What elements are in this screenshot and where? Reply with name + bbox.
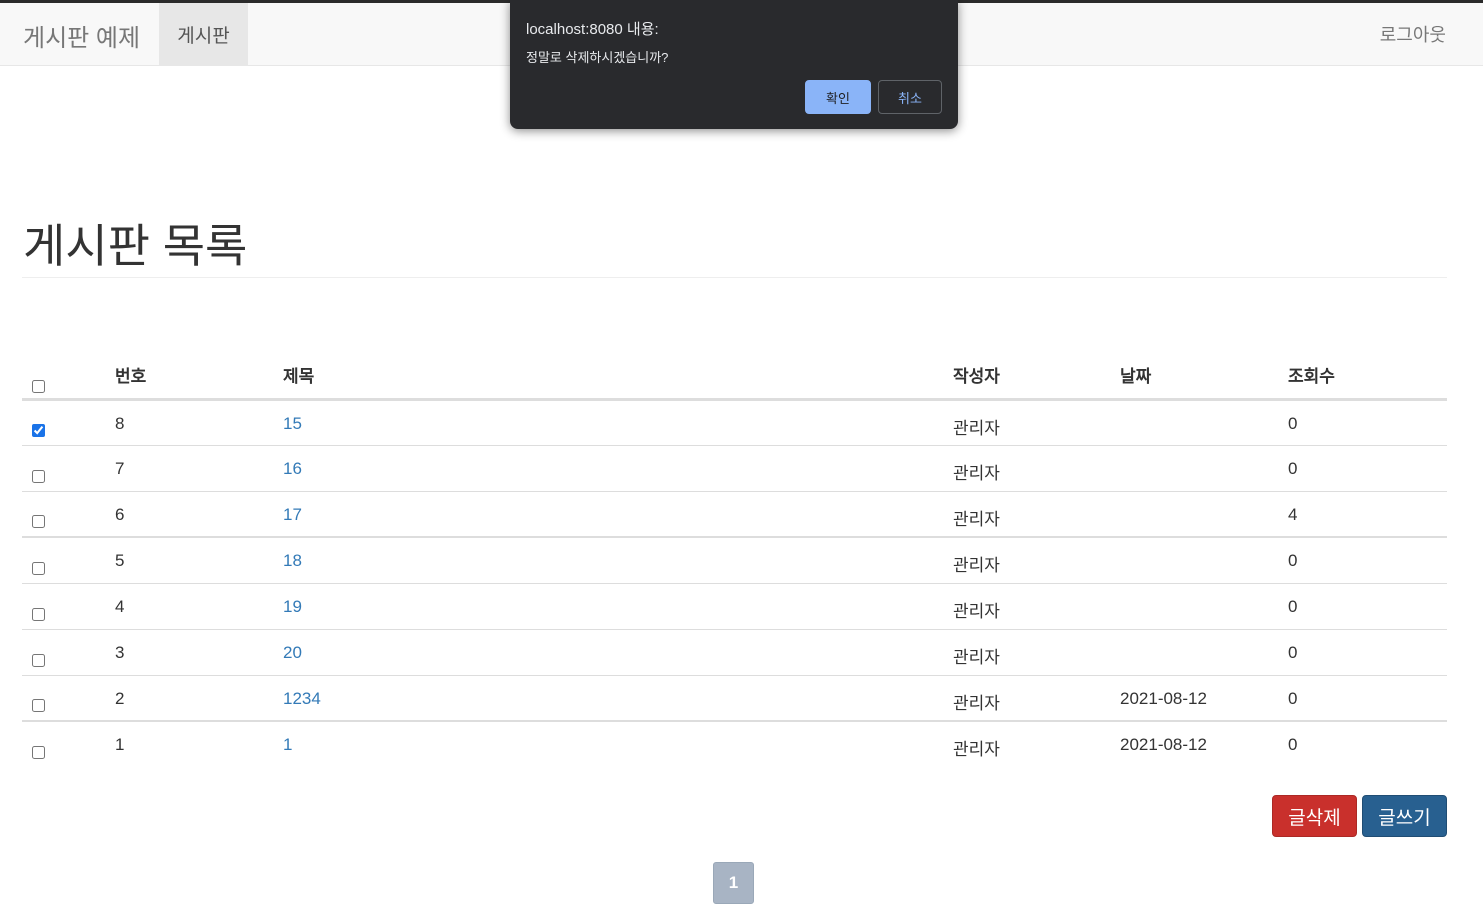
row-title-link[interactable]: 1234: [283, 689, 321, 708]
table-header-row: 번호 제목 작성자 날짜 조회수: [22, 352, 1447, 401]
row-title-link[interactable]: 18: [283, 551, 302, 570]
row-checkbox[interactable]: [32, 469, 45, 483]
row-writer: 관리자: [937, 399, 1104, 446]
row-date: [1104, 583, 1272, 630]
row-number: 2: [99, 675, 267, 722]
row-views: 0: [1272, 445, 1447, 492]
row-views: 0: [1272, 675, 1447, 722]
row-date: [1104, 537, 1272, 584]
row-views: 4: [1272, 491, 1447, 538]
row-date: 2021-08-12: [1120, 735, 1207, 754]
header-views: 조회수: [1272, 352, 1447, 401]
row-title-link[interactable]: 16: [283, 459, 302, 478]
table-row: 4 19 관리자 0: [22, 583, 1447, 630]
write-post-button[interactable]: 글쓰기: [1362, 795, 1447, 837]
row-number: 8: [99, 399, 267, 446]
table-row: 1 1 관리자 2021-08-12 0: [22, 721, 1447, 767]
row-date: [1104, 491, 1272, 538]
header-date: 날짜: [1104, 352, 1272, 401]
dialog-title: localhost:8080 내용:: [526, 21, 659, 38]
row-date: 2021-08-12: [1104, 675, 1272, 722]
dialog-message: 정말로 삭제하시겠습니까?: [526, 50, 669, 65]
row-writer: 관리자: [937, 445, 1104, 492]
header-number: 번호: [99, 352, 267, 401]
row-checkbox[interactable]: [32, 423, 45, 437]
row-date: [1104, 445, 1272, 492]
logout-link[interactable]: 로그아웃: [1380, 21, 1446, 47]
dialog-cancel-button[interactable]: 취소: [878, 80, 942, 114]
row-date: [1104, 629, 1272, 676]
board-table: 번호 제목 작성자 날짜 조회수 8 15 관리자 0 7 16 관리자 0 6…: [22, 352, 1447, 767]
row-number: 3: [99, 629, 267, 676]
navbar-brand[interactable]: 게시판 예제: [23, 18, 140, 53]
header-title: 제목: [267, 352, 937, 401]
row-writer: 관리자: [937, 629, 1104, 676]
table-row: 3 20 관리자 0: [22, 629, 1447, 676]
row-checkbox[interactable]: [32, 561, 45, 575]
dialog-ok-button[interactable]: 확인: [805, 80, 871, 114]
row-title-link[interactable]: 15: [283, 414, 302, 433]
row-number: 5: [99, 537, 267, 584]
table-row: 5 18 관리자 0: [22, 537, 1447, 584]
header-writer: 작성자: [937, 352, 1104, 401]
row-checkbox[interactable]: [32, 515, 45, 528]
header-check-cell: [22, 352, 99, 401]
row-number: 1: [115, 735, 125, 754]
row-title-link[interactable]: 1: [283, 735, 292, 754]
title-divider: [22, 277, 1447, 278]
row-title-link[interactable]: 19: [283, 597, 302, 616]
row-writer: 관리자: [937, 491, 1104, 538]
row-number: 4: [99, 583, 267, 630]
table-row: 6 17 관리자 4: [22, 491, 1447, 538]
row-writer: 관리자: [937, 675, 1104, 722]
table-row: 7 16 관리자 0: [22, 445, 1447, 492]
row-title-link[interactable]: 20: [283, 643, 302, 662]
row-views: 0: [1272, 537, 1447, 584]
row-checkbox[interactable]: [32, 607, 45, 621]
page-title: 게시판 목록: [23, 220, 248, 272]
row-checkbox[interactable]: [32, 699, 45, 712]
delete-post-button[interactable]: 글삭제: [1272, 795, 1357, 837]
row-checkbox[interactable]: [32, 653, 45, 667]
table-row: 8 15 관리자 0: [22, 399, 1447, 446]
pagination-current-page[interactable]: 1: [713, 862, 754, 904]
row-number: 6: [99, 491, 267, 538]
row-views: 0: [1272, 399, 1447, 446]
row-views: 0: [1272, 583, 1447, 630]
select-all-checkbox[interactable]: [32, 379, 45, 393]
row-date: [1104, 399, 1272, 446]
row-title-link[interactable]: 17: [283, 505, 302, 524]
row-writer: 관리자: [937, 537, 1104, 584]
row-views: 0: [1288, 735, 1298, 754]
row-writer: 관리자: [953, 740, 1000, 759]
row-checkbox[interactable]: [32, 746, 45, 759]
row-writer: 관리자: [937, 583, 1104, 630]
table-row: 2 1234 관리자 2021-08-12 0: [22, 675, 1447, 722]
row-views: 0: [1272, 629, 1447, 676]
row-number: 7: [99, 445, 267, 492]
confirm-dialog: localhost:8080 내용: 정말로 삭제하시겠습니까? 확인 취소: [510, 0, 958, 129]
nav-item-board[interactable]: 게시판: [159, 3, 248, 66]
